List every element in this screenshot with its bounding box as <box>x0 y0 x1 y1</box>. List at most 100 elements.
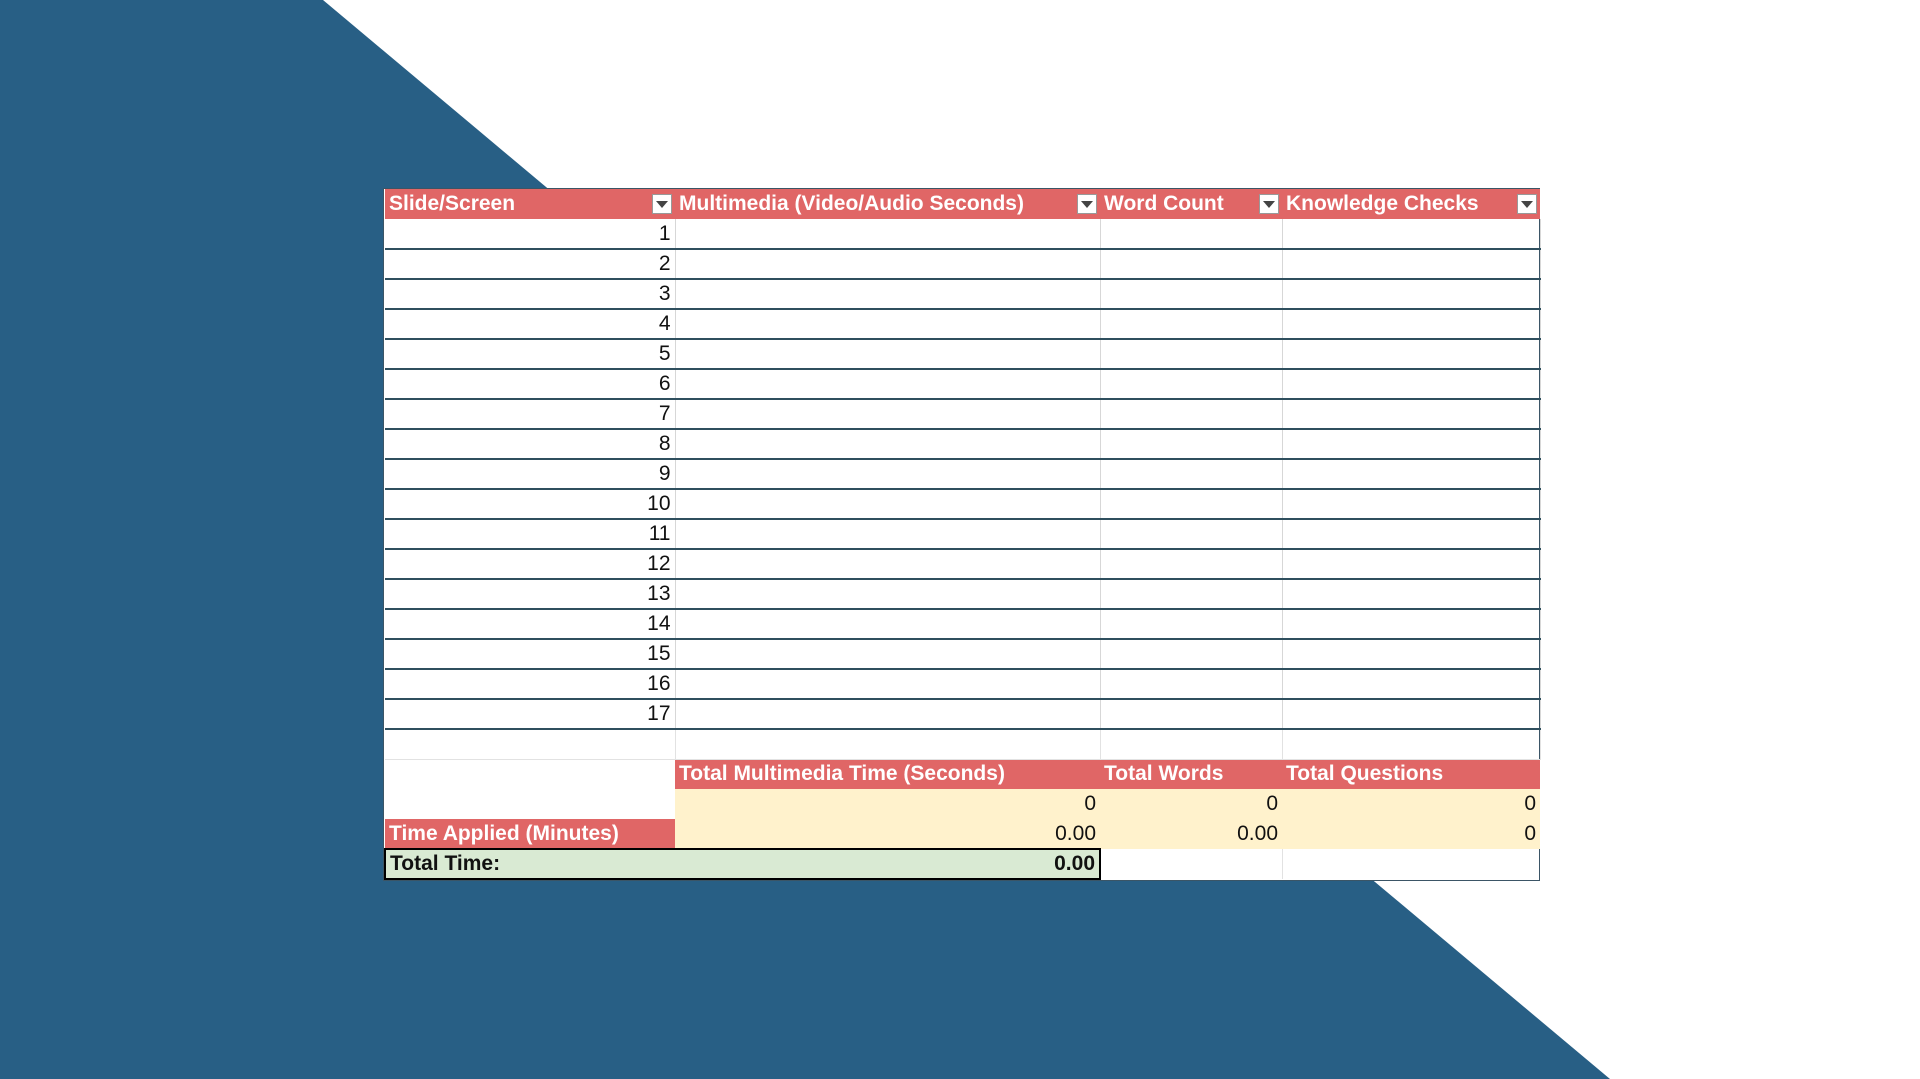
cell[interactable] <box>1282 519 1541 550</box>
slide-number-cell[interactable]: 7 <box>385 399 676 430</box>
cell[interactable] <box>1282 609 1541 640</box>
slide-number-cell[interactable]: 4 <box>385 309 676 340</box>
cell[interactable] <box>675 429 1101 460</box>
cell[interactable] <box>1282 309 1541 340</box>
cell[interactable] <box>1100 579 1283 610</box>
cell[interactable] <box>1100 429 1283 460</box>
cell[interactable] <box>1100 609 1283 640</box>
cell[interactable] <box>675 549 1101 580</box>
cell[interactable] <box>675 369 1101 400</box>
chevron-down-icon[interactable] <box>1259 194 1279 214</box>
cell[interactable] <box>1282 219 1541 250</box>
cell[interactable] <box>385 729 676 760</box>
cell[interactable] <box>675 729 1101 760</box>
time-applied-multimedia[interactable]: 0.00 <box>675 819 1100 849</box>
cell[interactable] <box>385 759 675 789</box>
cell[interactable] <box>1100 489 1283 520</box>
slide-number-cell[interactable]: 12 <box>385 549 676 580</box>
cell[interactable] <box>1282 639 1541 670</box>
cell[interactable] <box>1100 339 1283 370</box>
cell[interactable] <box>1282 399 1541 430</box>
cell[interactable] <box>1100 279 1283 310</box>
slide-number-cell[interactable]: 1 <box>385 219 676 250</box>
cell[interactable] <box>675 249 1101 280</box>
header-label: Knowledge Checks <box>1286 192 1479 215</box>
slide-number-cell[interactable]: 5 <box>385 339 676 370</box>
cell[interactable] <box>1100 219 1283 250</box>
slides-table: Slide/Screen Multimedia (Video/Audio Sec… <box>384 189 1541 880</box>
slide-number-cell[interactable]: 6 <box>385 369 676 400</box>
cell[interactable] <box>385 789 675 819</box>
cell[interactable] <box>675 639 1101 670</box>
cell[interactable] <box>675 579 1101 610</box>
cell[interactable] <box>1100 849 1283 879</box>
total-words-header: Total Words <box>1100 759 1282 789</box>
cell[interactable] <box>1100 549 1283 580</box>
slide-number-cell[interactable]: 9 <box>385 459 676 490</box>
cell[interactable] <box>1100 369 1283 400</box>
cell[interactable] <box>675 309 1101 340</box>
total-multimedia-value[interactable]: 0 <box>675 789 1100 819</box>
table-row: 8 <box>385 429 1541 460</box>
slide-number-cell[interactable]: 13 <box>385 579 676 610</box>
time-applied-questions[interactable]: 0 <box>1282 819 1540 849</box>
slide-number-cell[interactable]: 16 <box>385 669 676 700</box>
cell[interactable] <box>675 609 1101 640</box>
total-time-cell[interactable]: Total Time: 0.00 <box>384 848 1101 880</box>
slide-number-cell[interactable]: 11 <box>385 519 676 550</box>
cell[interactable] <box>1282 369 1541 400</box>
cell[interactable] <box>1282 699 1541 730</box>
slide-number-cell[interactable]: 2 <box>385 249 676 280</box>
total-multimedia-header: Total Multimedia Time (Seconds) <box>675 759 1100 789</box>
cell[interactable] <box>1282 669 1541 700</box>
table-row: 14 <box>385 609 1541 640</box>
cell[interactable] <box>1282 549 1541 580</box>
cell[interactable] <box>1100 699 1283 730</box>
chevron-down-icon[interactable] <box>1077 194 1097 214</box>
total-questions-value[interactable]: 0 <box>1282 789 1540 819</box>
slide-number-cell[interactable]: 15 <box>385 639 676 670</box>
cell[interactable] <box>675 699 1101 730</box>
cell[interactable] <box>1100 639 1283 670</box>
slide-number-cell[interactable]: 10 <box>385 489 676 520</box>
cell[interactable] <box>675 399 1101 430</box>
cell[interactable] <box>1282 249 1541 280</box>
total-words-value[interactable]: 0 <box>1100 789 1282 819</box>
cell[interactable] <box>1282 339 1541 370</box>
header-knowledge-checks: Knowledge Checks <box>1282 189 1540 219</box>
cell[interactable] <box>1100 729 1283 760</box>
cell[interactable] <box>675 489 1101 520</box>
cell[interactable] <box>675 279 1101 310</box>
chevron-down-icon[interactable] <box>652 194 672 214</box>
chevron-down-icon[interactable] <box>1517 194 1537 214</box>
cell[interactable] <box>1100 459 1283 490</box>
cell[interactable] <box>675 219 1101 250</box>
cell[interactable] <box>1282 729 1541 760</box>
cell[interactable] <box>1282 849 1540 879</box>
cell[interactable] <box>1282 579 1541 610</box>
cell[interactable] <box>1100 399 1283 430</box>
slide-number-cell[interactable]: 8 <box>385 429 676 460</box>
cell[interactable] <box>675 339 1101 370</box>
header-slide-screen: Slide/Screen <box>385 189 675 219</box>
slide-number-cell[interactable]: 17 <box>385 699 676 730</box>
summary-totals-row: 0 0 0 <box>385 789 1540 819</box>
cell[interactable] <box>1100 249 1283 280</box>
table-row: 1 <box>385 219 1541 250</box>
cell[interactable] <box>1100 519 1283 550</box>
time-applied-words[interactable]: 0.00 <box>1100 819 1282 849</box>
slide-number-cell[interactable]: 14 <box>385 609 676 640</box>
cell[interactable] <box>1100 669 1283 700</box>
table-row: 13 <box>385 579 1541 610</box>
table-row: 15 <box>385 639 1541 670</box>
cell[interactable] <box>1282 279 1541 310</box>
cell[interactable] <box>1282 489 1541 520</box>
table-row: 4 <box>385 309 1541 340</box>
cell[interactable] <box>675 459 1101 490</box>
cell[interactable] <box>675 669 1101 700</box>
cell[interactable] <box>1282 429 1541 460</box>
cell[interactable] <box>1282 459 1541 490</box>
slide-number-cell[interactable]: 3 <box>385 279 676 310</box>
cell[interactable] <box>675 519 1101 550</box>
cell[interactable] <box>1100 309 1283 340</box>
